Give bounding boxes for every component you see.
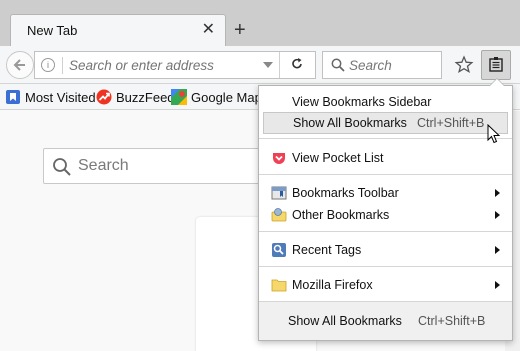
bookmark-google-maps[interactable]: Google Maps <box>171 88 268 106</box>
bookmark-star-button[interactable] <box>450 51 478 79</box>
tab-strip: New Tab ✕ + <box>0 0 520 46</box>
url-bar[interactable]: i <box>34 51 316 79</box>
navigation-toolbar: i Search <box>0 46 520 84</box>
new-tab-plus-icon[interactable]: + <box>234 18 246 42</box>
menu-item-label: Mozilla Firefox <box>292 278 373 292</box>
library-bookmarks-panel: View Bookmarks Sidebar Show All Bookmark… <box>258 78 513 341</box>
menu-item-view-bookmarks-sidebar[interactable]: View Bookmarks Sidebar <box>263 91 508 113</box>
menu-item-label: Bookmarks Toolbar <box>292 186 399 200</box>
footer-shortcut: Ctrl+Shift+B <box>418 314 486 328</box>
menu-item-view-pocket-list[interactable]: View Pocket List <box>263 147 508 169</box>
menu-item-label: Other Bookmarks <box>292 208 390 222</box>
dropdown-arrow-icon[interactable] <box>263 62 273 68</box>
url-input[interactable] <box>69 58 259 73</box>
menu-item-label: View Bookmarks Sidebar <box>292 95 432 109</box>
menu-item-show-all-bookmarks[interactable]: Show All Bookmarks Ctrl+Shift+B <box>263 112 508 134</box>
menu-item-recent-tags[interactable]: Recent Tags <box>263 239 508 261</box>
search-icon <box>331 58 345 72</box>
bookmark-buzzfeed[interactable]: BuzzFeed <box>96 88 175 106</box>
bookmark-most-visited[interactable]: Most Visited <box>5 88 96 106</box>
submenu-arrow-icon <box>495 281 500 289</box>
menu-item-bookmarks-toolbar[interactable]: Bookmarks Toolbar <box>263 182 508 204</box>
back-button[interactable] <box>6 51 34 79</box>
back-arrow-icon <box>13 59 25 71</box>
search-icon <box>53 158 71 176</box>
submenu-arrow-icon <box>495 189 500 197</box>
tab-new-tab[interactable]: New Tab ✕ <box>10 14 226 46</box>
info-icon[interactable]: i <box>41 58 55 72</box>
url-separator <box>62 57 63 74</box>
buzzfeed-icon <box>96 89 112 105</box>
star-icon <box>454 55 474 73</box>
menu-separator <box>259 231 512 232</box>
menu-item-label: View Pocket List <box>292 151 384 165</box>
reload-button[interactable] <box>279 52 316 78</box>
mouse-cursor-icon <box>487 124 501 144</box>
other-bookmarks-icon <box>271 208 287 222</box>
tab-title: New Tab <box>27 23 78 38</box>
pocket-icon <box>273 153 285 164</box>
panel-arrow <box>489 78 505 86</box>
footer-label: Show All Bookmarks <box>288 314 402 328</box>
bookmark-label: Most Visited <box>25 89 96 105</box>
google-maps-icon <box>171 89 187 105</box>
most-visited-icon <box>6 90 20 104</box>
bookmark-label: BuzzFeed <box>116 89 175 105</box>
menu-item-label: Recent Tags <box>292 243 362 257</box>
library-icon <box>489 57 503 72</box>
menu-item-shortcut: Ctrl+Shift+B <box>417 116 485 130</box>
menu-separator <box>259 174 512 175</box>
submenu-arrow-icon <box>495 211 500 219</box>
search-placeholder: Search <box>349 58 392 73</box>
submenu-arrow-icon <box>495 246 500 254</box>
recent-tags-icon <box>272 243 286 257</box>
menu-item-other-bookmarks[interactable]: Other Bookmarks <box>263 204 508 226</box>
close-icon[interactable]: ✕ <box>202 21 215 39</box>
folder-icon <box>271 279 287 292</box>
menu-separator <box>259 266 512 267</box>
library-button[interactable] <box>481 50 511 80</box>
menu-footer-show-all-bookmarks[interactable]: Show All Bookmarks Ctrl+Shift+B <box>259 301 512 340</box>
menu-separator <box>259 138 512 139</box>
menu-item-mozilla-firefox[interactable]: Mozilla Firefox <box>263 274 508 296</box>
search-bar[interactable]: Search <box>322 51 442 79</box>
bookmark-label: Google Maps <box>191 89 269 105</box>
page-search-placeholder: Search <box>78 157 129 174</box>
bookmarks-toolbar-icon <box>271 186 287 200</box>
reload-icon <box>292 58 302 69</box>
menu-item-label: Show All Bookmarks <box>293 116 407 130</box>
